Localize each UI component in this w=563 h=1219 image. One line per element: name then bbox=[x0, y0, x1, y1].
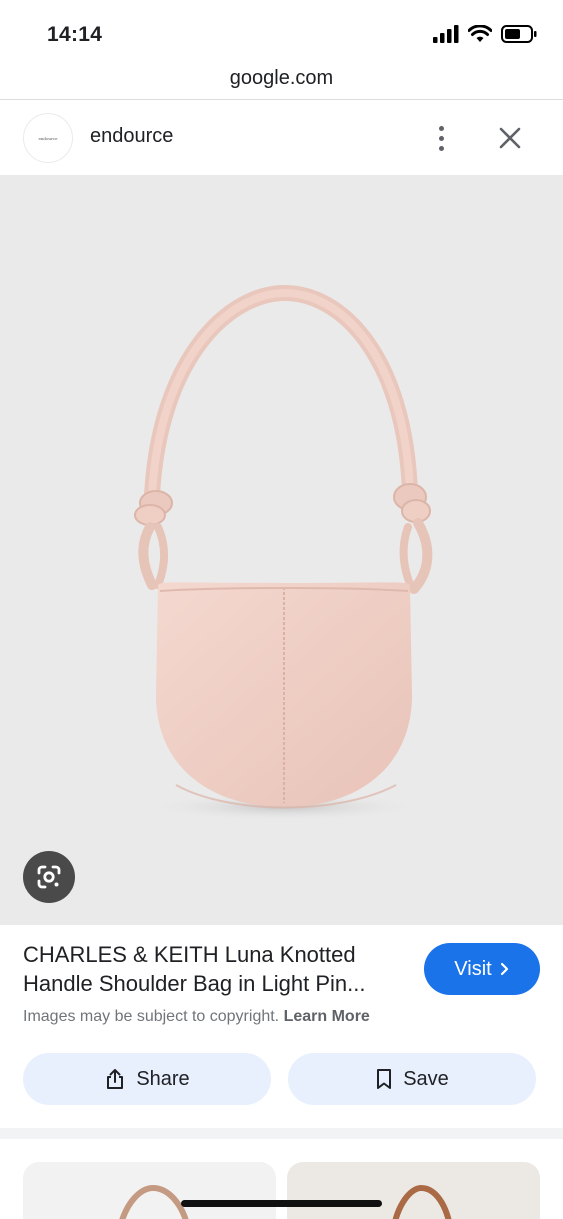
source-name[interactable]: endource bbox=[90, 125, 173, 148]
visit-label: Visit bbox=[454, 957, 492, 980]
learn-more-link[interactable]: Learn More bbox=[284, 1008, 370, 1025]
lens-button[interactable] bbox=[23, 851, 75, 903]
product-title[interactable]: CHARLES & KEITH Luna Knotted Handle Shou… bbox=[23, 940, 413, 998]
more-options-button[interactable] bbox=[428, 121, 454, 155]
status-icons bbox=[433, 25, 537, 43]
chevron-right-icon bbox=[500, 962, 508, 976]
save-label: Save bbox=[403, 1067, 449, 1090]
bookmark-icon bbox=[377, 1069, 392, 1089]
related-bag-image-2 bbox=[392, 1184, 452, 1219]
related-bag-image-1 bbox=[119, 1184, 189, 1219]
battery-icon bbox=[501, 25, 537, 43]
related-result-1[interactable] bbox=[23, 1162, 276, 1219]
product-image[interactable] bbox=[0, 175, 563, 925]
source-header: endource endource bbox=[0, 101, 563, 175]
shoulder-bag-image bbox=[134, 284, 433, 821]
signal-icon bbox=[433, 25, 459, 43]
copyright-text: Images may be subject to copyright. bbox=[23, 1008, 280, 1025]
status-time: 14:14 bbox=[47, 23, 103, 46]
share-label: Share bbox=[136, 1067, 190, 1090]
status-bar: 14:14 bbox=[0, 0, 563, 62]
url-bar[interactable]: google.com bbox=[0, 62, 563, 100]
google-lens-icon bbox=[37, 865, 61, 889]
visit-button[interactable]: Visit bbox=[424, 943, 540, 995]
source-logo-text: endource bbox=[38, 135, 58, 141]
save-button[interactable]: Save bbox=[288, 1053, 536, 1105]
section-divider bbox=[0, 1128, 563, 1139]
copyright-notice: Images may be subject to copyright. Lear… bbox=[23, 1008, 370, 1026]
more-vert-icon bbox=[438, 125, 444, 131]
wifi-icon bbox=[468, 25, 492, 42]
url-text: google.com bbox=[229, 67, 334, 89]
share-icon bbox=[107, 1069, 124, 1089]
source-logo[interactable]: endource bbox=[23, 113, 73, 163]
related-result-2[interactable] bbox=[287, 1162, 540, 1219]
close-icon[interactable] bbox=[495, 123, 525, 153]
share-button[interactable]: Share bbox=[23, 1053, 271, 1105]
home-indicator[interactable] bbox=[181, 1200, 382, 1207]
